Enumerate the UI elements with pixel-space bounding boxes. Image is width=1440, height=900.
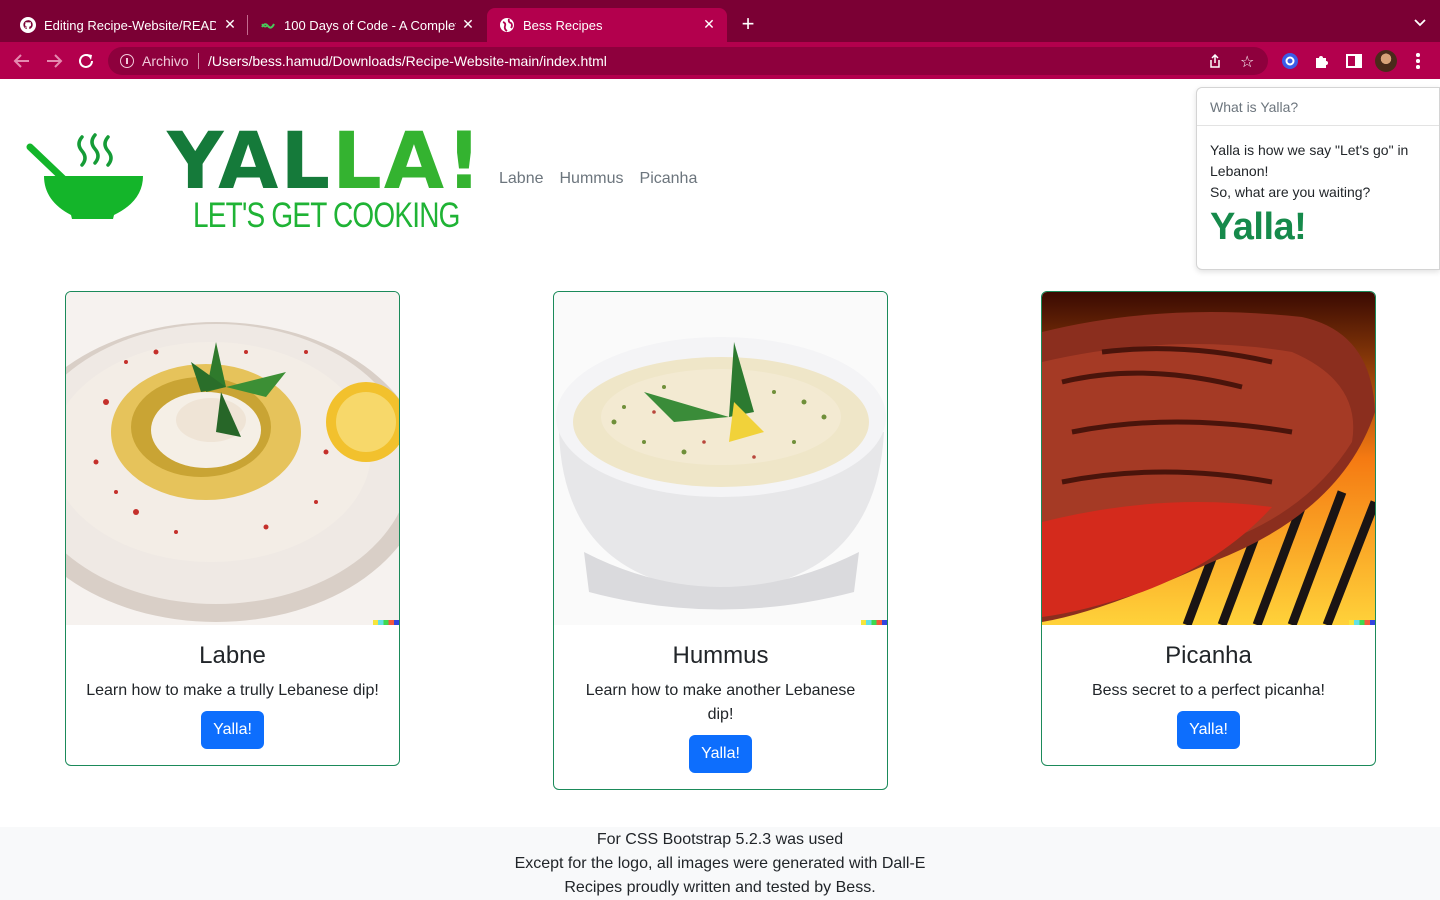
card-text: Learn how to make a trully Lebanese dip! xyxy=(86,682,379,699)
soup-bowl-icon xyxy=(26,133,143,219)
close-icon[interactable]: ✕ xyxy=(460,16,476,32)
card-title: Picanha xyxy=(1165,642,1252,669)
yalla-logo[interactable]: YALLA! LET'S GET COOKING xyxy=(24,122,482,243)
popover-line-2: So, what are you waiting? xyxy=(1210,184,1371,200)
address-url[interactable]: /Users/bess.hamud/Downloads/Recipe-Websi… xyxy=(208,53,607,69)
card-title: Hummus xyxy=(672,642,769,669)
address-scheme-label: Archivo xyxy=(142,53,189,69)
extension-circle-icon[interactable] xyxy=(1281,52,1299,70)
browser-tabstrip: Editing Recipe-Website/READM ✕ 100 Days … xyxy=(0,0,1440,42)
recipe-card-hummus: Hummus Learn how to make another Lebanes… xyxy=(553,291,888,790)
tab-bess-recipes[interactable]: Bess Recipes ✕ xyxy=(487,8,727,42)
yalla-button-labne[interactable]: Yalla! xyxy=(201,711,264,749)
tab-title: Editing Recipe-Website/READM xyxy=(44,17,216,33)
tab-title: 100 Days of Code - A Complete xyxy=(284,17,456,33)
dalle-signature xyxy=(861,620,887,625)
nav-link-picanha[interactable]: Picanha xyxy=(640,170,698,188)
globe-icon xyxy=(499,17,515,33)
close-icon[interactable]: ✕ xyxy=(701,16,717,32)
footer-line-2: Except for the logo, all images were gen… xyxy=(514,855,926,872)
chevron-down-icon[interactable] xyxy=(1412,14,1428,30)
main-nav: Labne Hummus Picanha xyxy=(499,170,697,188)
tab-github-readme[interactable]: Editing Recipe-Website/READM ✕ xyxy=(8,8,248,42)
tab-title: Bess Recipes xyxy=(523,17,603,33)
address-divider xyxy=(198,53,199,69)
course-icon xyxy=(260,17,276,33)
grilled-picanha-image xyxy=(1042,292,1375,627)
dalle-signature xyxy=(1349,620,1375,625)
page-footer: For CSS Bootstrap 5.2.3 was used Except … xyxy=(0,827,1440,900)
popover-line-1: Yalla is how we say "Let's go" in Lebano… xyxy=(1210,142,1409,179)
browser-toolbar: Archivo /Users/bess.hamud/Downloads/Reci… xyxy=(0,42,1440,79)
popover-yalla-heading: Yalla! xyxy=(1210,206,1307,248)
card-title: Labne xyxy=(199,642,266,669)
reload-icon[interactable] xyxy=(75,50,97,72)
recipe-card-labne: Labne Learn how to make a trully Lebanes… xyxy=(65,291,400,766)
back-arrow-icon[interactable] xyxy=(11,50,33,72)
nav-link-labne[interactable]: Labne xyxy=(499,170,544,188)
tab-100-days-of-code[interactable]: 100 Days of Code - A Complete ✕ xyxy=(248,8,486,42)
info-icon[interactable] xyxy=(120,54,134,68)
dalle-signature xyxy=(373,620,399,625)
logo-tagline: LET'S GET COOKING xyxy=(193,196,460,235)
logo-wordmark: YALLA! xyxy=(167,122,484,202)
close-icon[interactable]: ✕ xyxy=(222,16,238,32)
new-tab-button[interactable]: + xyxy=(736,13,760,37)
footer-line-3: Recipes proudly written and tested by Be… xyxy=(564,879,876,896)
more-options-icon[interactable] xyxy=(1414,53,1422,69)
recipe-card-picanha: Picanha Bess secret to a perfect picanha… xyxy=(1041,291,1376,766)
share-icon[interactable] xyxy=(1208,53,1222,68)
yalla-button-hummus[interactable]: Yalla! xyxy=(689,735,752,773)
profile-avatar[interactable] xyxy=(1375,50,1397,72)
popover-body: Yalla is how we say "Let's go" in Lebano… xyxy=(1197,126,1439,263)
card-body: Labne Learn how to make a trully Lebanes… xyxy=(66,625,399,765)
card-text: Bess secret to a perfect picanha! xyxy=(1091,682,1325,699)
card-body: Picanha Bess secret to a perfect picanha… xyxy=(1042,625,1375,765)
hummus-bowl-image xyxy=(554,292,887,625)
yalla-button-picanha[interactable]: Yalla! xyxy=(1177,711,1240,749)
address-bar[interactable]: Archivo /Users/bess.hamud/Downloads/Reci… xyxy=(108,47,1268,75)
nav-link-hummus[interactable]: Hummus xyxy=(560,170,624,188)
popover-title: What is Yalla? xyxy=(1197,88,1439,126)
side-panel-icon[interactable] xyxy=(1345,52,1363,70)
extensions-puzzle-icon[interactable] xyxy=(1313,52,1331,70)
footer-line-1: For CSS Bootstrap 5.2.3 was used xyxy=(596,831,844,848)
forward-arrow-icon[interactable] xyxy=(43,50,65,72)
bookmark-star-icon[interactable]: ☆ xyxy=(1240,52,1254,72)
labne-dip-image xyxy=(66,292,399,625)
github-icon xyxy=(20,17,36,33)
card-body: Hummus Learn how to make another Lebanes… xyxy=(554,625,887,789)
what-is-yalla-popover: What is Yalla? Yalla is how we say "Let'… xyxy=(1196,87,1440,270)
logo-wordmark-light: LA! xyxy=(332,117,484,207)
card-text: Learn how to make another Lebanese dip! xyxy=(585,682,856,723)
logo-wordmark-dark: YAL xyxy=(167,117,333,207)
web-page: YALLA! LET'S GET COOKING Labne Hummus Pi… xyxy=(0,79,1440,900)
